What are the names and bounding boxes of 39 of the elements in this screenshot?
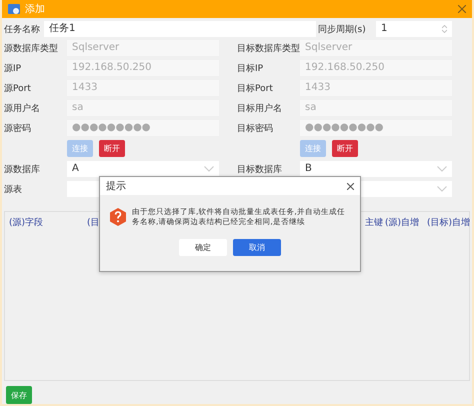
save-button[interactable]: 保存 <box>6 386 32 404</box>
field-label: 源密码 <box>4 122 32 134</box>
field-label: 源数据库 <box>4 164 41 176</box>
dialog-button[interactable]: 确定 <box>179 239 227 256</box>
task-name-field[interactable]: 任务1 <box>44 21 316 37</box>
app-icon <box>8 3 20 15</box>
column-header: (目标)自增 <box>427 216 470 228</box>
database-dropdown[interactable]: B <box>300 161 452 177</box>
field-label: 同步周期(s) <box>318 24 367 36</box>
disconnect-button[interactable]: 断开 <box>99 140 125 157</box>
database-dropdown[interactable]: A <box>67 161 219 177</box>
field-label: 源表 <box>4 184 23 196</box>
close-icon[interactable] <box>347 182 354 190</box>
field-label: 目标数据库类型 <box>237 42 300 54</box>
column-header: (目 <box>87 216 100 228</box>
field-label: 源IP <box>4 62 22 74</box>
column-header: 主键 <box>365 216 383 228</box>
field-label: 目标Port <box>237 82 274 94</box>
chevron-down-icon <box>437 166 447 172</box>
field-label: 源Port <box>4 82 32 94</box>
field-label: 目标密码 <box>237 122 274 134</box>
close-icon[interactable] <box>458 5 466 13</box>
field-label: 源数据库类型 <box>4 42 59 54</box>
field-label: 目标IP <box>237 62 264 74</box>
window-title: 添加 <box>25 2 45 16</box>
dialog-button[interactable]: 取消 <box>233 239 281 256</box>
chevron-down-icon <box>204 166 214 172</box>
disconnect-button[interactable]: 断开 <box>332 140 358 157</box>
period-spinner[interactable]: 1 <box>376 21 452 37</box>
question-icon <box>110 208 126 226</box>
chevron-down-icon <box>437 186 447 192</box>
spinner-arrows-icon[interactable] <box>442 25 447 33</box>
field-label: 目标用户名 <box>237 102 283 114</box>
field-label: 目标数据库 <box>237 164 283 176</box>
field-label: 任务名称 <box>4 24 41 36</box>
column-header: (源)字段 <box>9 216 44 228</box>
dialog-title: 提示 <box>106 180 126 193</box>
column-header: (源)自增 <box>385 216 420 228</box>
field-label: 源用户名 <box>4 102 41 114</box>
